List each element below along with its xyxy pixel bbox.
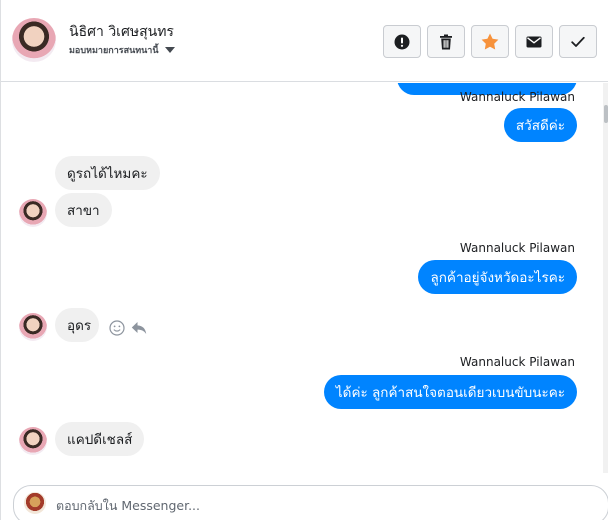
mark-unread-button[interactable] (515, 25, 553, 58)
alert-circle-icon (394, 34, 410, 49)
thread-scrollbar[interactable] (603, 83, 608, 473)
contact-avatar-small (19, 313, 47, 341)
header-actions (383, 25, 597, 58)
conversation-panel: นิธิศา วิเศษสุนทร มอบหมายการสนทนานี้ Wan… (0, 0, 608, 520)
scrollbar-thumb[interactable] (604, 105, 608, 123)
trash-icon (440, 34, 452, 49)
message-thread[interactable]: Wannaluck Pilawan สวัสดีค่ะ ดูรถได้ไหมคะ… (1, 83, 608, 481)
message-tools (109, 320, 147, 336)
reply-icon[interactable] (131, 321, 147, 335)
reply-input[interactable] (56, 495, 536, 515)
mark-done-button[interactable] (559, 25, 597, 58)
star-icon (481, 33, 499, 50)
contact-avatar-small (19, 427, 47, 455)
outgoing-message[interactable]: ลูกค้าอยู่จังหวัดอะไรคะ (418, 260, 577, 294)
envelope-icon (526, 36, 542, 47)
sender-name: Wannaluck Pilawan (459, 241, 575, 255)
emoji-reaction-icon[interactable] (109, 320, 125, 336)
delete-button[interactable] (427, 25, 465, 58)
sender-name: Wannaluck Pilawan (459, 90, 575, 104)
incoming-message[interactable]: แคปดีเชลส์ (55, 422, 145, 456)
reply-composer (13, 485, 608, 520)
conversation-header: นิธิศา วิเศษสุนทร มอบหมายการสนทนานี้ (1, 0, 608, 82)
contact-name[interactable]: นิธิศา วิเศษสุนทร (69, 21, 174, 43)
assign-conversation-label: มอบหมายการสนทนานี้ (69, 46, 159, 56)
contact-avatar-small (19, 199, 47, 227)
caret-down-icon (164, 47, 175, 53)
page-avatar (24, 492, 46, 514)
sender-name: Wannaluck Pilawan (459, 355, 575, 369)
mark-spam-button[interactable] (383, 25, 421, 58)
outgoing-message[interactable]: สวัสดีค่ะ (503, 108, 577, 142)
star-button[interactable] (471, 25, 509, 58)
assign-conversation-dropdown[interactable]: มอบหมายการสนทนานี้ (69, 43, 175, 57)
outgoing-message[interactable]: ได้ค่ะ ลูกค้าสนใจตอนเดียวเบนขับนะคะ (323, 375, 577, 409)
incoming-message[interactable]: อุดร (55, 308, 99, 342)
incoming-message[interactable]: สาขา (55, 193, 112, 227)
incoming-message[interactable]: ดูรถได้ไหมคะ (55, 156, 160, 190)
contact-avatar[interactable] (12, 18, 56, 62)
check-icon (571, 36, 585, 47)
